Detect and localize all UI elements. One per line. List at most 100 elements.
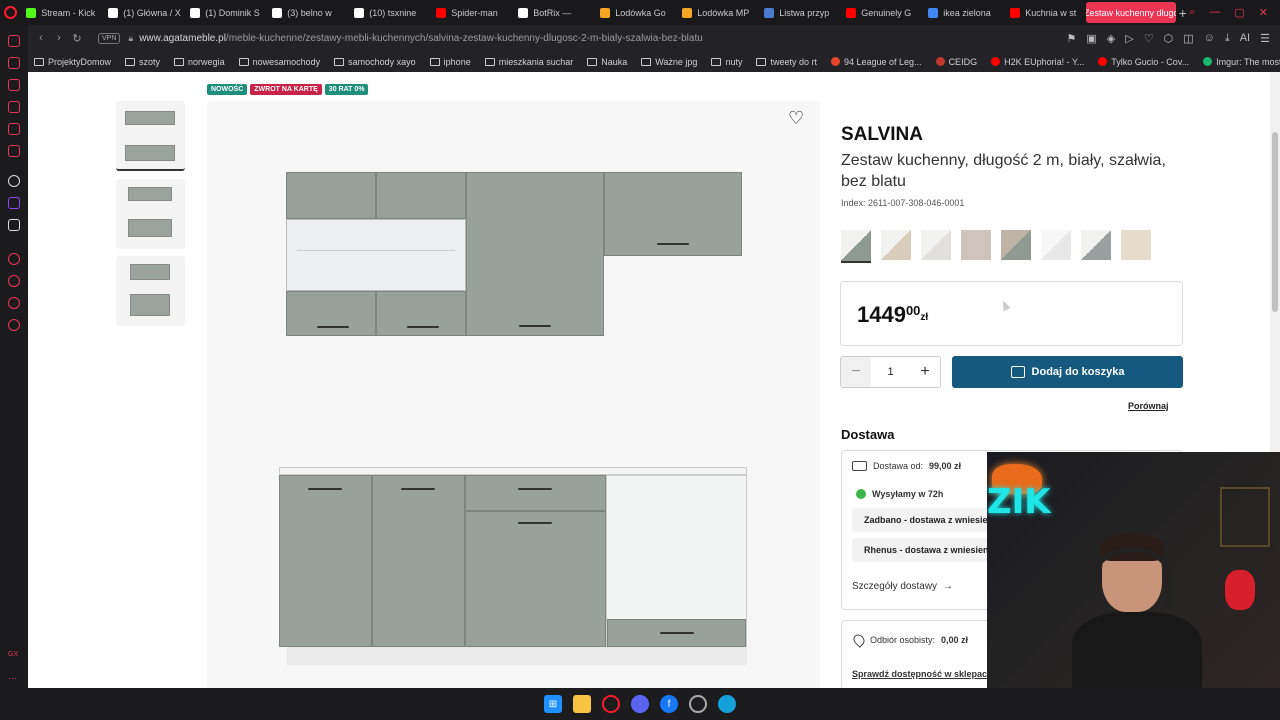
quantity-value[interactable]: 1 bbox=[871, 366, 910, 378]
vpn-badge[interactable]: VPN bbox=[98, 32, 121, 44]
heart-icon[interactable]: ♡ bbox=[1144, 32, 1154, 45]
tab-0[interactable]: Stream - Kick bbox=[20, 2, 102, 23]
play-icon[interactable]: ▷ bbox=[1125, 32, 1133, 45]
store-availability-link[interactable]: Sprawdź dostępność w sklepach bbox=[852, 669, 993, 679]
reload-button[interactable]: ↻ bbox=[68, 32, 86, 45]
minimize-button[interactable]: — bbox=[1209, 6, 1220, 19]
sidebar-news-icon[interactable] bbox=[8, 123, 20, 135]
file-explorer-icon[interactable] bbox=[573, 695, 591, 713]
wishlist-heart-icon[interactable]: ♡ bbox=[788, 108, 804, 129]
bookmark-icon[interactable]: ⚑ bbox=[1067, 32, 1077, 45]
product-thumbnail-3[interactable] bbox=[116, 256, 185, 326]
search-icon[interactable]: ⌕ bbox=[1189, 6, 1195, 19]
bookmark-label: norwegia bbox=[188, 56, 225, 67]
delivery-details-link[interactable]: Szczegóły dostawy → bbox=[852, 581, 953, 592]
opera-logo-icon[interactable] bbox=[0, 0, 20, 25]
bookmark-11[interactable]: 94 League of Leg... bbox=[830, 57, 922, 67]
color-swatch-2[interactable] bbox=[921, 230, 951, 260]
discord-icon[interactable] bbox=[631, 695, 649, 713]
tab-10[interactable]: Genuinely G bbox=[840, 2, 922, 23]
facebook-icon[interactable]: f bbox=[660, 695, 678, 713]
tab-7[interactable]: Lodówka Go bbox=[594, 2, 676, 23]
steam-icon[interactable] bbox=[689, 695, 707, 713]
maximize-button[interactable]: ▢ bbox=[1234, 6, 1244, 19]
tab-9[interactable]: Listwa przyp bbox=[758, 2, 840, 23]
back-button[interactable]: ‹ bbox=[32, 32, 50, 44]
color-swatch-0[interactable] bbox=[841, 230, 871, 263]
bookmark-2[interactable]: norwegia bbox=[174, 57, 225, 67]
sidebar-twitch-icon[interactable] bbox=[8, 197, 20, 209]
new-tab-button[interactable]: + bbox=[1176, 5, 1189, 21]
bookmark-7[interactable]: Nauka bbox=[587, 57, 627, 67]
tab-12[interactable]: Kuchnia w st bbox=[1004, 2, 1086, 23]
lock-icon[interactable]: 🔒︎ bbox=[128, 33, 133, 44]
profile-icon[interactable]: ☺ bbox=[1204, 32, 1215, 45]
bookmark-6[interactable]: mieszkania suchar bbox=[484, 57, 573, 67]
youtube-icon bbox=[1010, 7, 1021, 18]
url-field[interactable]: www.agatameble.pl/meble-kuchenne/zestawy… bbox=[139, 33, 703, 44]
download-icon[interactable]: ⤓ bbox=[1225, 32, 1230, 45]
start-icon[interactable]: ⊞ bbox=[544, 695, 562, 713]
tab-11[interactable]: ikea zielona bbox=[922, 2, 1004, 23]
tab-2[interactable]: (1) Dominik S bbox=[184, 2, 266, 23]
tab-3[interactable]: (3) belno w bbox=[266, 2, 348, 23]
bookmark-9[interactable]: nuty bbox=[711, 57, 742, 67]
menu-icon[interactable]: ☰ bbox=[1260, 32, 1270, 45]
sidebar-refresh-icon[interactable] bbox=[8, 35, 20, 47]
tab-label: (3) belno w bbox=[287, 7, 332, 18]
edge-icon[interactable] bbox=[718, 695, 736, 713]
snapshot-icon[interactable]: ▣ bbox=[1086, 32, 1096, 45]
color-swatch-5[interactable] bbox=[1041, 230, 1071, 260]
decrease-quantity-button[interactable]: − bbox=[841, 357, 871, 387]
forward-button[interactable]: › bbox=[50, 32, 68, 44]
bookmark-15[interactable]: Imgur: The most a... bbox=[1203, 57, 1280, 67]
tab-8[interactable]: Lodówka MP bbox=[676, 2, 758, 23]
close-button[interactable]: ✕ bbox=[1259, 6, 1268, 19]
color-swatch-4[interactable] bbox=[1001, 230, 1031, 260]
product-main-image[interactable] bbox=[207, 101, 820, 688]
tab-5[interactable]: Spider-man bbox=[430, 2, 512, 23]
shield-icon[interactable]: ◈ bbox=[1107, 32, 1115, 45]
bookmark-0[interactable]: ProjektyDomow bbox=[34, 57, 111, 67]
extensions-icon[interactable]: ⬡ bbox=[1164, 32, 1174, 45]
sidebar-history-icon[interactable] bbox=[8, 275, 20, 287]
bookmark-14[interactable]: Tylko Gucio - Cov... bbox=[1098, 57, 1189, 67]
bookmark-1[interactable]: szoty bbox=[125, 57, 160, 67]
color-swatch-3[interactable] bbox=[961, 230, 991, 260]
bookmark-10[interactable]: tweety do rt bbox=[756, 57, 817, 67]
tab-6[interactable]: BotRix — bbox=[512, 2, 594, 23]
sidebar-more-icon[interactable]: … bbox=[8, 671, 20, 683]
bookmark-3[interactable]: nowesamochody bbox=[238, 57, 320, 67]
ai-icon[interactable]: AI bbox=[1240, 32, 1250, 45]
wallet-icon[interactable]: ◫ bbox=[1183, 32, 1193, 45]
bookmark-5[interactable]: iphone bbox=[429, 57, 471, 67]
increase-quantity-button[interactable]: + bbox=[910, 357, 940, 387]
sidebar-chatgpt-icon[interactable] bbox=[8, 175, 20, 187]
compare-link[interactable]: Porównaj bbox=[1128, 401, 1169, 411]
tab-4[interactable]: (10) tsxnine bbox=[348, 2, 430, 23]
sidebar-chat-icon[interactable] bbox=[8, 297, 20, 309]
bookmark-4[interactable]: samochody xayo bbox=[334, 57, 416, 67]
color-swatch-7[interactable] bbox=[1121, 230, 1151, 260]
bookmark-8[interactable]: Ważne jpg bbox=[641, 57, 697, 67]
scrollbar-thumb[interactable] bbox=[1272, 132, 1278, 312]
sidebar-x-icon[interactable] bbox=[8, 219, 20, 231]
opera-gx-taskbar-icon[interactable] bbox=[602, 695, 620, 713]
bookmark-13[interactable]: H2K EUphoria! - Y... bbox=[991, 57, 1084, 67]
color-swatch-1[interactable] bbox=[881, 230, 911, 260]
sidebar-gx-icon[interactable]: GX bbox=[8, 651, 20, 663]
sidebar-image-icon[interactable] bbox=[8, 57, 20, 69]
bookmark-12[interactable]: CEIDG bbox=[935, 57, 977, 67]
product-thumbnail-1[interactable] bbox=[116, 101, 185, 171]
add-to-cart-button[interactable]: Dodaj do koszyka bbox=[952, 356, 1183, 388]
sidebar-messenger-icon[interactable] bbox=[8, 79, 20, 91]
site-favicon-icon bbox=[1203, 57, 1213, 66]
color-swatch-6[interactable] bbox=[1081, 230, 1111, 260]
sidebar-bag-icon[interactable] bbox=[8, 101, 20, 113]
sidebar-player-icon[interactable] bbox=[8, 253, 20, 265]
product-thumbnail-2[interactable] bbox=[116, 179, 185, 249]
sidebar-settings-icon[interactable] bbox=[8, 319, 20, 331]
tab-1[interactable]: (1) Główna / X bbox=[102, 2, 184, 23]
sidebar-mail-icon[interactable] bbox=[8, 145, 20, 157]
tab-active[interactable]: Zestaw kuchenny długo bbox=[1086, 2, 1177, 23]
